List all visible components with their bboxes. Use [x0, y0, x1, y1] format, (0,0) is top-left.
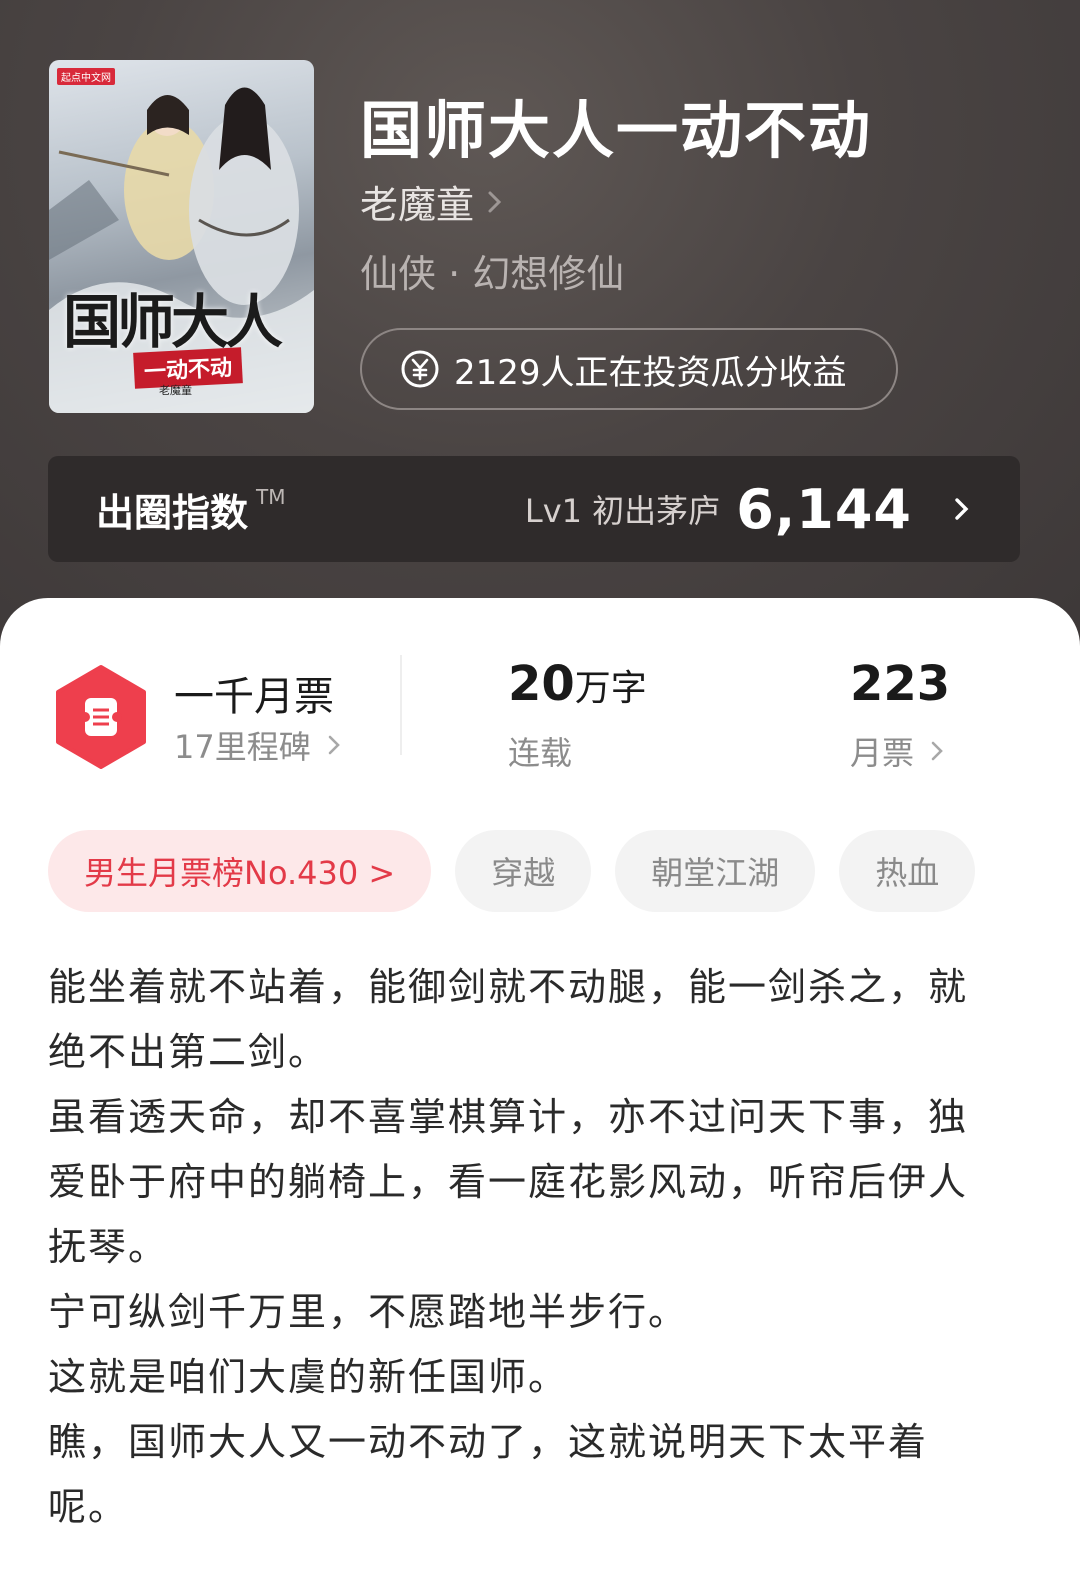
synopsis-paragraph: 这就是咱们大虞的新任国师。: [48, 1355, 569, 1399]
chevron-right-icon: [488, 191, 502, 212]
yuan-coin-icon: [401, 350, 439, 388]
invest-text: 2129人正在投资瓜分收益: [454, 352, 847, 393]
ticket-milestone-sub: 17里程碑: [174, 728, 311, 766]
trademark-mark: TM: [256, 485, 286, 509]
invest-button[interactable]: 2129人正在投资瓜分收益: [360, 328, 898, 410]
cover-logo: 起点中文网: [57, 68, 115, 85]
monthly-ticket-link[interactable]: 月票: [850, 728, 944, 774]
synopsis-paragraph: 宁可纵剑千万里，不愿踏地半步行。: [48, 1290, 689, 1334]
chevron-right-icon: [931, 741, 943, 761]
chevron-right-icon: [328, 735, 340, 755]
chevron-right-icon: [955, 498, 969, 520]
tag-row: 男生月票榜No.430 > 穿越 朝堂江湖 热血: [48, 830, 999, 912]
word-count-number: 20: [508, 656, 575, 712]
tag-chip[interactable]: 穿越: [455, 830, 592, 912]
tag-chip[interactable]: 热血: [839, 830, 976, 912]
book-title: 国师大人一动不动: [360, 94, 873, 167]
monthly-ticket-count: 223: [850, 656, 951, 712]
word-count-unit: 万字: [574, 668, 647, 709]
popularity-index-bar[interactable]: 出圈指数 TM Lv1 初出茅庐 6,144: [48, 456, 1020, 562]
cover-title: 国师大人: [63, 288, 283, 356]
tag-chip[interactable]: 朝堂江湖: [615, 830, 816, 912]
ticket-milestone-link[interactable]: 17里程碑: [174, 722, 341, 768]
genre-label[interactable]: 仙侠 · 幻想修仙: [360, 243, 624, 298]
index-value: 6,144: [736, 477, 912, 541]
author-name: 老魔童: [360, 183, 475, 227]
synopsis: 能坐着就不站着，能御剑就不动腿，能一剑杀之，就绝不出第二剑。 虽看透天命，却不喜…: [48, 955, 988, 1540]
synopsis-paragraph: 瞧，国师大人又一动不动了，这就说明天下太平着呢。: [48, 1420, 929, 1529]
monthly-ticket-badge-icon: [56, 665, 146, 769]
ticket-milestone-title: 一千月票: [174, 674, 334, 720]
index-level: Lv1 初出茅庐: [524, 492, 721, 530]
rank-tag[interactable]: 男生月票榜No.430 >: [48, 830, 432, 912]
word-count: 20万字: [508, 656, 647, 712]
book-cover-image[interactable]: 起点中文网 国师大人 一动不动 老魔童: [49, 60, 314, 413]
cover-author: 老魔童: [159, 384, 192, 397]
synopsis-paragraph: 能坐着就不站着，能御剑就不动腿，能一剑杀之，就绝不出第二剑。: [48, 965, 969, 1074]
synopsis-paragraph: 虽看透天命，却不喜掌棋算计，亦不过问天下事，独爱卧于府中的躺椅上，看一庭花影风动…: [48, 1095, 969, 1269]
serial-status: 连载: [508, 734, 573, 772]
index-title: 出圈指数: [96, 490, 249, 535]
author-link[interactable]: 老魔童: [360, 174, 504, 229]
monthly-ticket-label: 月票: [850, 734, 915, 772]
stats-divider: [400, 655, 402, 755]
